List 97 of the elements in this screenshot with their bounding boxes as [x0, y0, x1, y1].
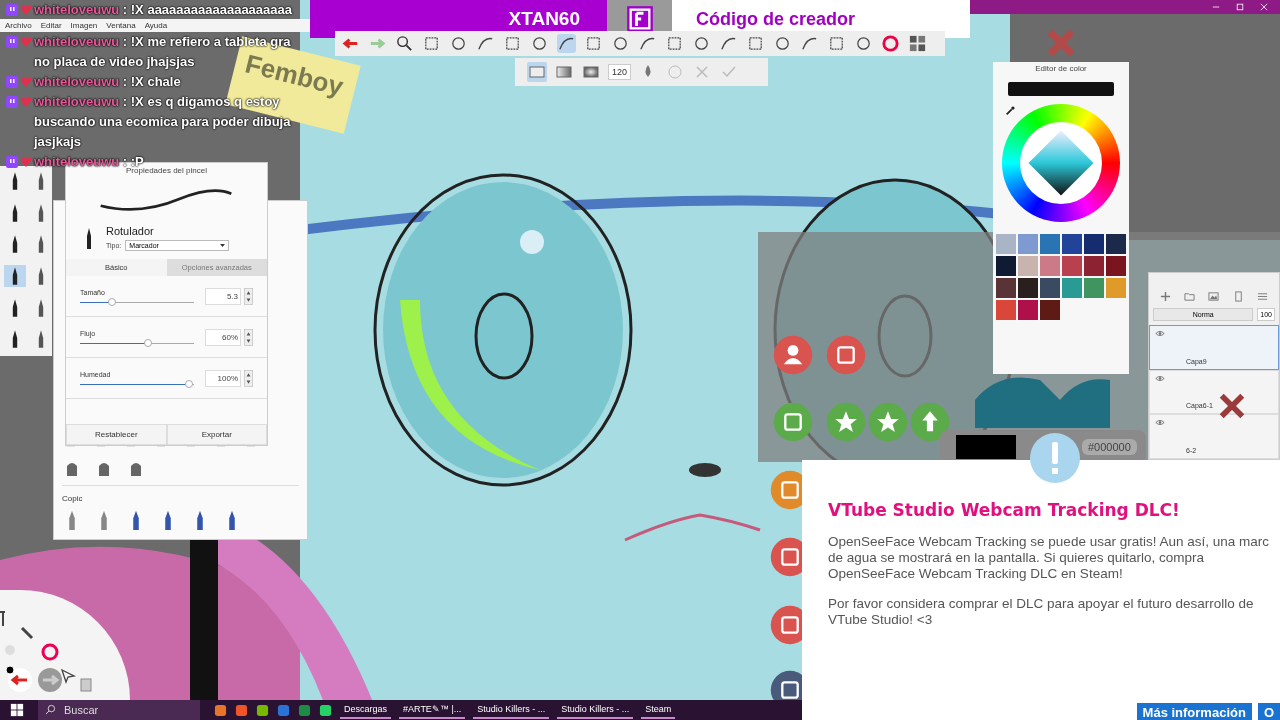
menu-item[interactable]: Editar — [40, 21, 62, 30]
heart-badge-icon — [20, 4, 32, 16]
color-swatch[interactable] — [1018, 256, 1038, 276]
color-swatch[interactable] — [1106, 256, 1126, 276]
dialog-title: VTube Studio Webcam Tracking DLC! — [828, 500, 1181, 520]
color-preview — [956, 435, 1016, 459]
value-field[interactable]: 60% — [205, 328, 241, 346]
close-icon[interactable] — [1260, 3, 1268, 11]
eyedropper-icon[interactable] — [1005, 106, 1015, 116]
color-swatch[interactable] — [1084, 256, 1104, 276]
app-icon[interactable] — [256, 703, 269, 717]
color-swatch[interactable] — [1018, 300, 1038, 320]
spinner-icon[interactable] — [244, 369, 253, 387]
taskbar-item[interactable]: Steam — [641, 701, 676, 719]
spinner-icon[interactable] — [244, 287, 253, 305]
twitch-badge-icon — [6, 156, 18, 168]
pen-tool-icon[interactable] — [4, 265, 26, 287]
twitch-badge-icon — [6, 76, 18, 88]
search-icon — [45, 704, 56, 715]
person-icon[interactable] — [773, 335, 813, 375]
chat-message: whiteloveuwu : !X chale — [34, 73, 181, 91]
value-field[interactable]: 100% — [205, 369, 241, 387]
app-icon[interactable] — [319, 703, 332, 717]
dialog-text: Por favor considera comprar el DLC para apoyar el futuro desarrollo de VTube Studio! <3 — [828, 596, 1255, 628]
dialog-button[interactable]: O — [1257, 703, 1280, 720]
heart-badge-icon — [20, 76, 32, 88]
color-swatch[interactable] — [996, 256, 1016, 276]
heart-badge-icon — [20, 96, 32, 108]
taskbar-item[interactable]: Studio Killers - ... — [557, 701, 634, 719]
color-swatch[interactable] — [1084, 234, 1104, 254]
app-icon[interactable] — [298, 703, 311, 717]
cursor-icon[interactable] — [58, 666, 78, 686]
search-field[interactable]: Buscar — [38, 700, 200, 720]
color-swatch[interactable] — [996, 234, 1016, 254]
select-tool-icon[interactable] — [422, 34, 441, 53]
menu-icon[interactable] — [1257, 291, 1269, 302]
color-swatch[interactable] — [996, 278, 1016, 298]
dialog-button[interactable]: Más información — [1136, 703, 1252, 720]
dot-icon[interactable] — [4, 664, 16, 676]
eye-icon[interactable] — [1155, 419, 1165, 427]
color-swatch[interactable] — [1062, 278, 1082, 298]
menu-item[interactable]: Ayuda — [144, 21, 168, 30]
add-icon[interactable] — [1159, 291, 1171, 302]
menu-item[interactable]: Archivo — [5, 21, 32, 30]
panel-title: Editor de color — [1035, 63, 1087, 75]
eye-icon[interactable] — [1155, 374, 1165, 382]
color-swatch[interactable] — [1040, 278, 1060, 298]
arrow-up-icon[interactable] — [910, 402, 950, 442]
color-swatch[interactable] — [1084, 278, 1104, 298]
twitch-badge-icon — [6, 36, 18, 48]
eye-icon[interactable] — [1155, 330, 1165, 337]
panel-button[interactable]: Exportar — [166, 424, 267, 445]
color-wheel-icon[interactable] — [40, 642, 60, 662]
hex-field[interactable]: #000000 — [1082, 439, 1137, 455]
heart-badge-icon — [20, 36, 32, 48]
circle-tool-icon[interactable] — [773, 34, 792, 53]
dialog-text: OpenSeeFace Webcam Tracking se puede usar gratis! Aun así, una marc de agua se mostrará en la pantalla. Si quieres quitarlo, compra OpenSeeFace Webcam Tracking DLC en Steam! — [828, 534, 1270, 582]
color-swatch[interactable] — [1018, 234, 1038, 254]
panel-button[interactable]: Restablecer — [66, 424, 167, 445]
color-swatch[interactable] — [1040, 234, 1060, 254]
chat-message: whiteloveuwu : !X aaaaaaaaaaaaaaaaaaaa — [34, 1, 292, 19]
cross-icon — [1046, 28, 1076, 58]
palette-tool-icon[interactable] — [908, 34, 927, 53]
search-tool-icon[interactable] — [395, 34, 414, 53]
panel-title: Propiedades del pincel — [126, 166, 208, 175]
color-swatch[interactable] — [1106, 278, 1126, 298]
menu-item[interactable]: Ventana — [106, 21, 136, 30]
color-swatch[interactable] — [996, 300, 1016, 320]
taskbar-item[interactable]: #ARTE✎™ |... — [399, 701, 466, 719]
size-field[interactable]: 120 — [608, 64, 632, 80]
brush-name: Rotulador — [106, 225, 155, 237]
cross-icon — [1218, 392, 1246, 420]
value-field[interactable]: 5.3 — [205, 287, 241, 305]
menu-item[interactable]: Imagen — [70, 21, 98, 30]
color-swatch[interactable] — [1040, 300, 1060, 320]
color-swatch[interactable] — [1062, 256, 1082, 276]
undo-icon[interactable] — [8, 668, 32, 692]
color-swatch[interactable] — [1040, 256, 1060, 276]
color-swatch[interactable] — [1106, 234, 1126, 254]
folder-icon[interactable] — [1184, 291, 1196, 302]
section-label: Copic — [62, 485, 299, 503]
windows-start-icon[interactable] — [10, 703, 24, 717]
color-swatch[interactable] — [1018, 278, 1038, 298]
restore-icon[interactable] — [1236, 3, 1244, 11]
twitch-badge-icon — [6, 96, 18, 108]
app-icon[interactable] — [277, 703, 290, 717]
app-icon[interactable] — [214, 703, 227, 717]
color-swatch[interactable] — [1062, 234, 1082, 254]
caret-icon — [220, 244, 226, 247]
heart-badge-icon — [20, 156, 32, 168]
taskbar-item[interactable]: Studio Killers - ... — [473, 701, 550, 719]
wheel-tool-icon[interactable] — [881, 34, 900, 53]
spinner-icon[interactable] — [244, 328, 253, 346]
twitch-badge-icon — [6, 4, 18, 16]
app-icon[interactable] — [235, 703, 248, 717]
logo-icon — [625, 5, 654, 33]
taskbar-item[interactable]: Descargas — [340, 701, 392, 719]
